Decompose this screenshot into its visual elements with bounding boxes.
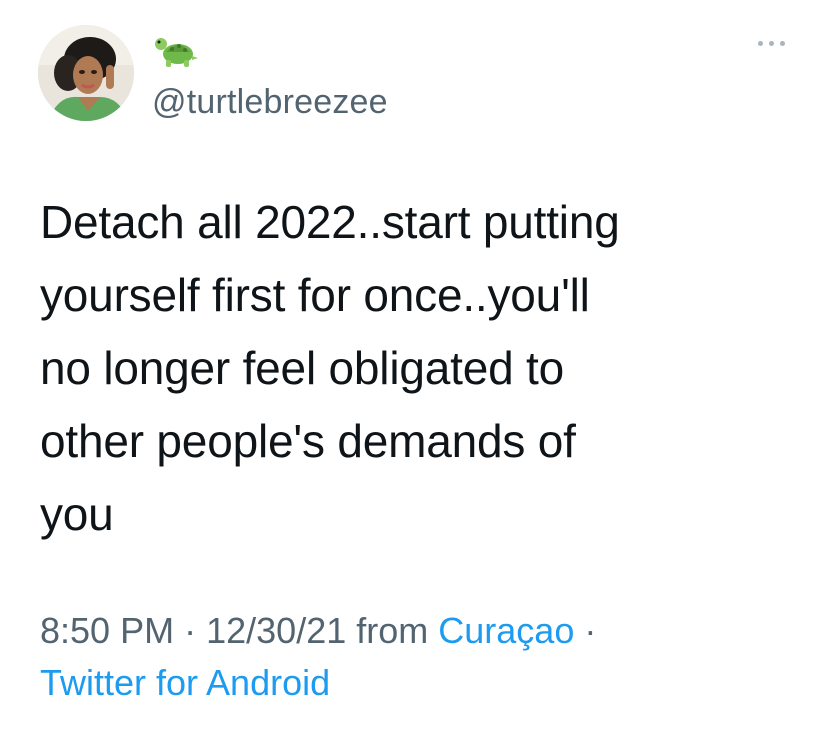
tweet-card: @turtlebreezee Detach all 2022..start pu… bbox=[0, 0, 828, 732]
tweet-text-line: no longer feel obligated to bbox=[40, 342, 565, 394]
meta-separator: · bbox=[184, 610, 197, 651]
tweet-text-line: you bbox=[40, 488, 114, 540]
tweet-text-line: yourself first for once..you'll bbox=[40, 269, 590, 321]
location-link[interactable]: Curaçao bbox=[438, 610, 574, 651]
avatar[interactable] bbox=[38, 25, 134, 121]
tweet-text: Detach all 2022..start putting yourself … bbox=[40, 186, 810, 551]
tweet-date[interactable]: 12/30/21 bbox=[206, 610, 346, 651]
tweet-time[interactable]: 8:50 PM bbox=[40, 610, 174, 651]
source-link[interactable]: Twitter for Android bbox=[40, 662, 330, 703]
turtle-emoji-icon bbox=[152, 30, 202, 70]
author-handle[interactable]: @turtlebreezee bbox=[152, 82, 388, 122]
tweet-text-line: Detach all 2022..start putting bbox=[40, 196, 620, 248]
meta-separator: · bbox=[584, 610, 597, 651]
from-label: from bbox=[356, 610, 429, 651]
tweet-metadata: 8:50 PM · 12/30/21 from Curaçao · Twitte… bbox=[40, 605, 810, 709]
tweet-text-line: other people's demands of bbox=[40, 415, 576, 467]
more-options-icon[interactable] bbox=[752, 30, 792, 54]
